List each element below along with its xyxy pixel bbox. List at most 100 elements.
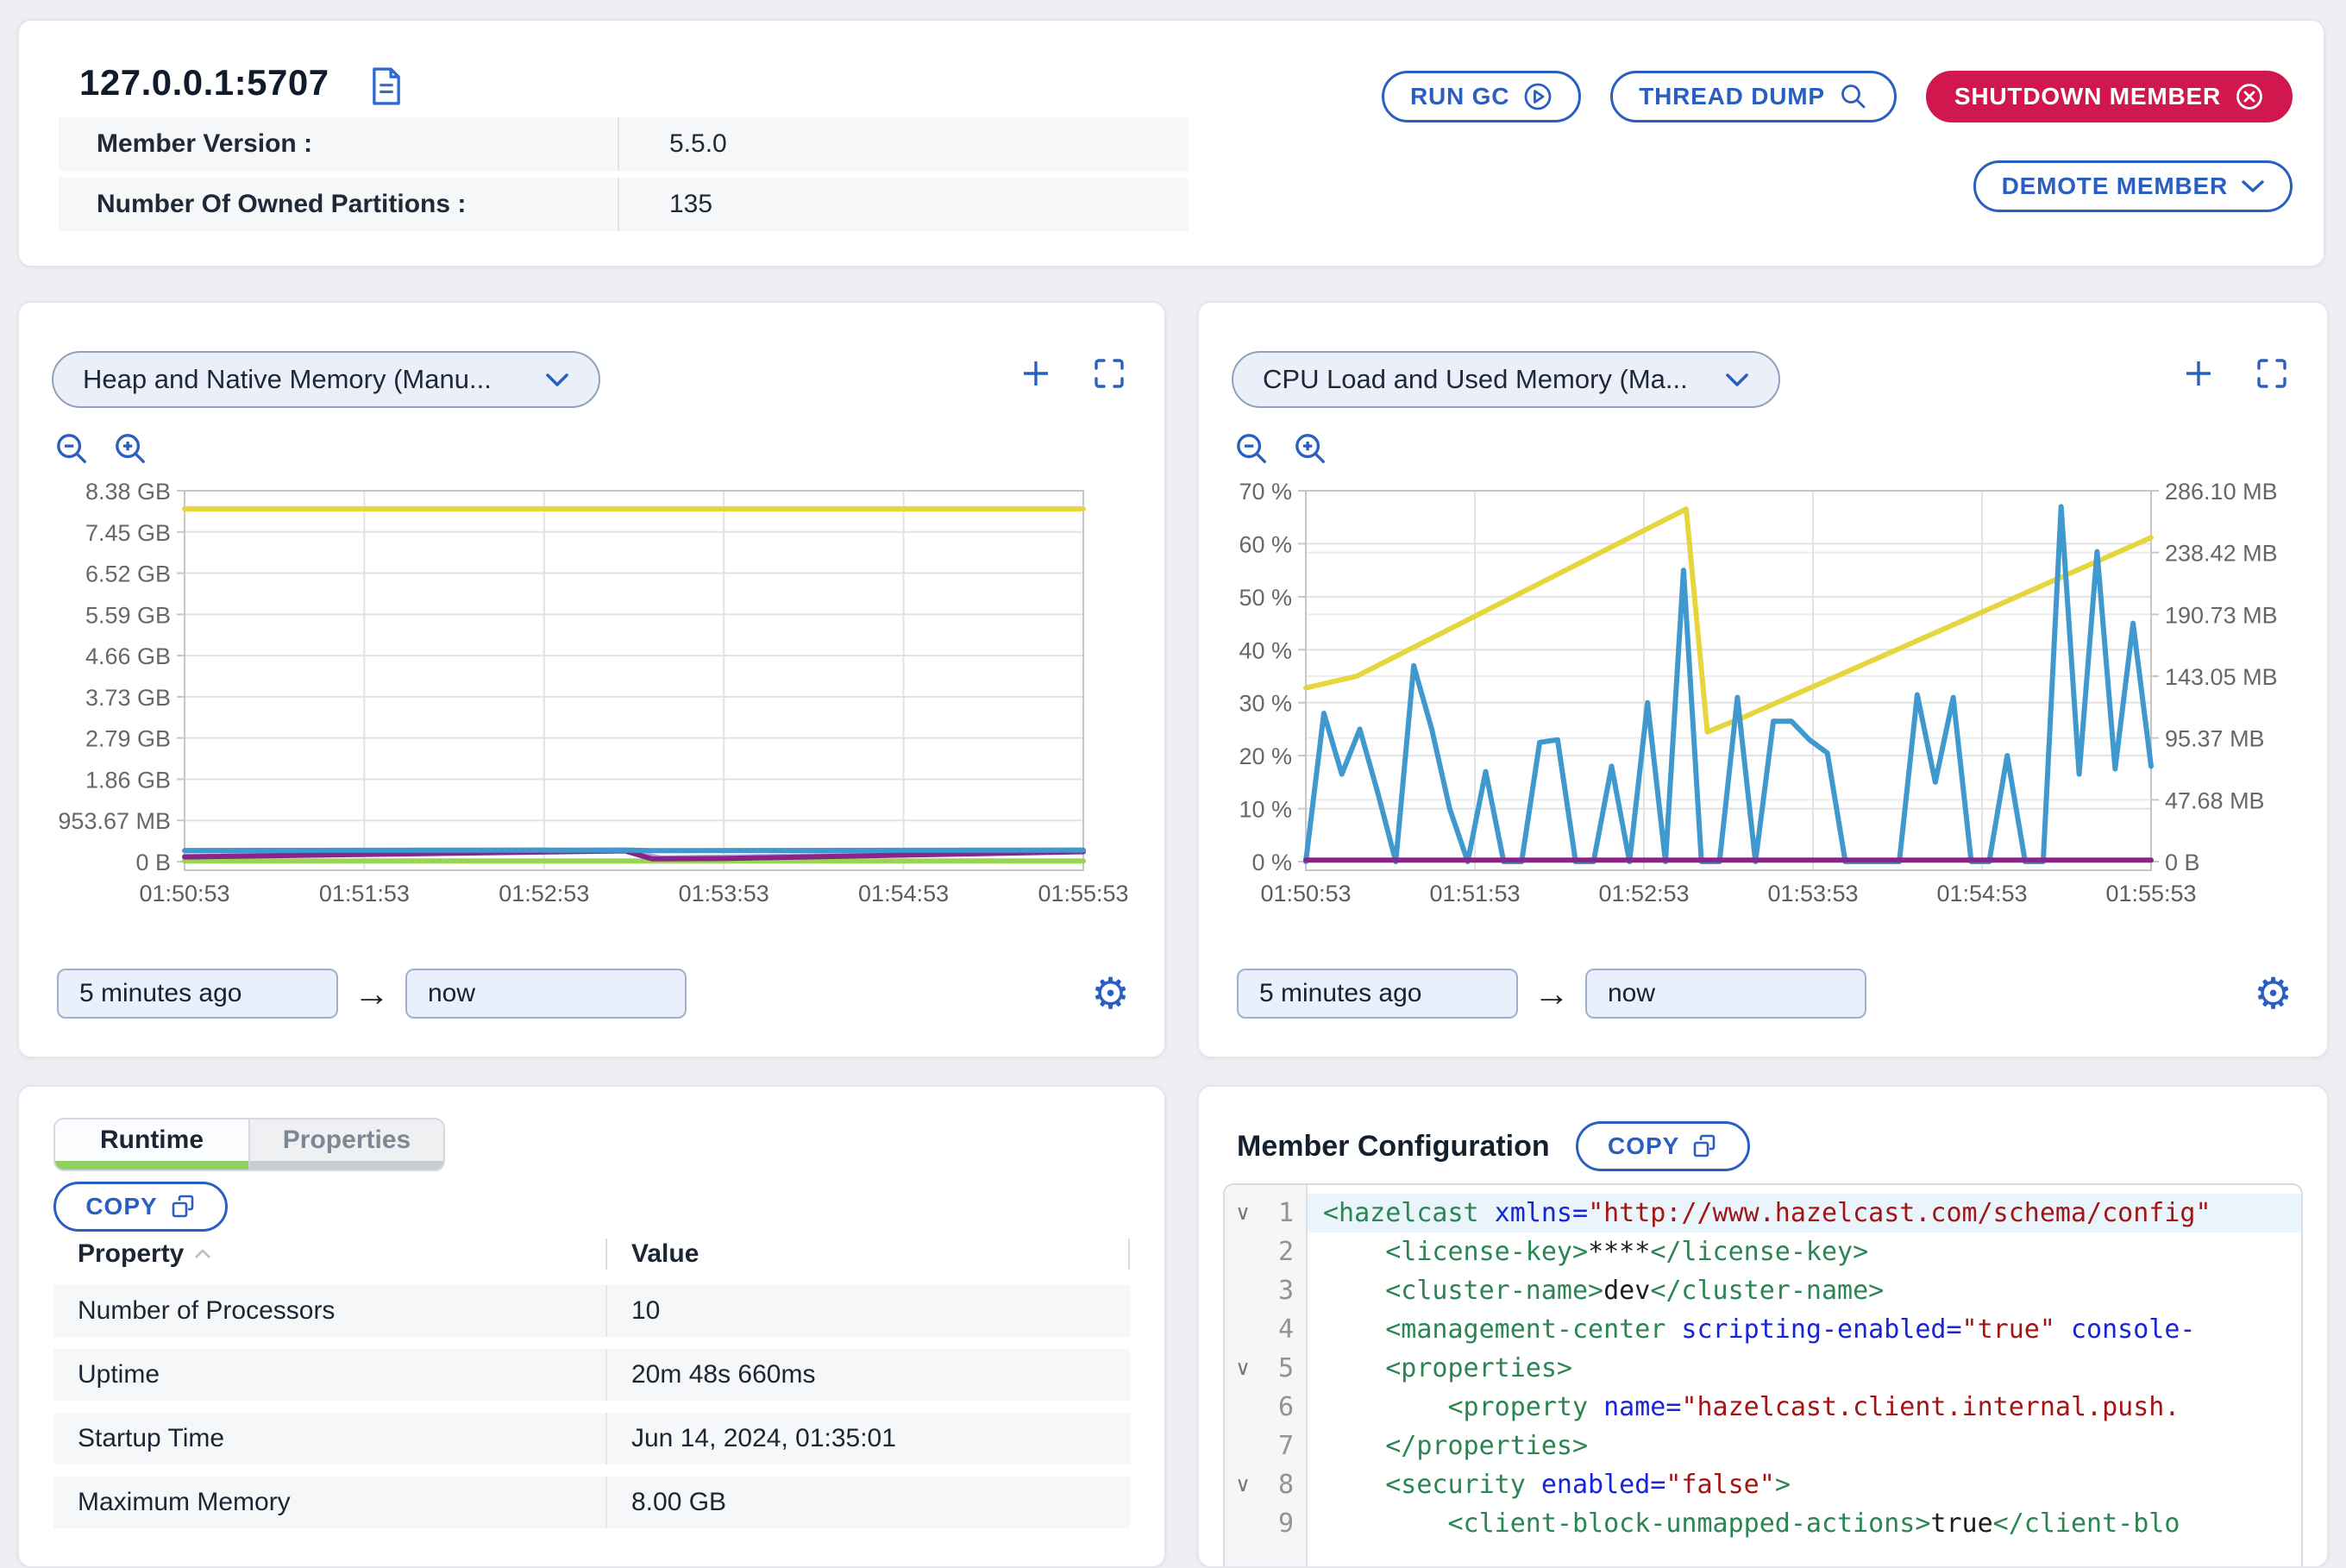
svg-text:5.59 GB: 5.59 GB [85,602,171,628]
svg-text:01:50:53: 01:50:53 [1260,881,1351,906]
page-title: 127.0.0.1:5707 [79,62,329,103]
demote-member-label: DEMOTE MEMBER [2002,172,2228,200]
section-title: Member Configuration [1237,1130,1550,1163]
arrow-right-icon: → [354,973,390,1014]
demote-member-button[interactable]: DEMOTE MEMBER [1973,160,2293,212]
cell-property: Maximum Memory [53,1488,605,1517]
svg-text:10 %: 10 % [1239,797,1292,823]
tab-runtime[interactable]: Runtime [55,1120,248,1170]
svg-text:01:52:53: 01:52:53 [1598,881,1689,906]
zoom-out-icon[interactable] [53,430,91,468]
time-to-input[interactable]: now [405,969,687,1019]
svg-text:60 %: 60 % [1239,531,1292,557]
svg-text:01:55:53: 01:55:53 [2105,881,2196,906]
table-row: Uptime20m 48s 660ms [53,1349,1130,1401]
cell-property: Uptime [53,1360,605,1389]
gear-icon[interactable]: ⚙ [1091,972,1130,1015]
fold-chevron-icon[interactable]: ∨ [1232,1349,1254,1388]
svg-text:6.52 GB: 6.52 GB [85,561,171,587]
cpu-memory-chart-card: CPU Load and Used Memory (Ma... 70 %60 %… [1197,301,2329,1058]
svg-text:50 %: 50 % [1239,585,1292,611]
svg-text:01:54:53: 01:54:53 [1936,881,2027,906]
code-line: 6 <property name="hazelcast.client.inter… [1225,1388,2301,1427]
runtime-panel-card: RuntimeProperties COPY Property Value Nu… [17,1085,1166,1568]
member-actions-secondary: DEMOTE MEMBER [1973,160,2293,212]
svg-text:01:52:53: 01:52:53 [499,881,589,906]
svg-text:01:51:53: 01:51:53 [319,881,410,906]
cell-property: Number of Processors [53,1296,605,1326]
chevron-down-icon [2242,179,2264,193]
heap-memory-chart[interactable]: 8.38 GB7.45 GB6.52 GB5.59 GB4.66 GB3.73 … [40,479,1140,908]
svg-text:1.86 GB: 1.86 GB [85,767,171,793]
line-number: 9 [1278,1508,1294,1539]
column-header-value: Value [607,1239,1128,1269]
run-gc-label: RUN GC [1410,83,1509,110]
add-chart-icon[interactable] [2182,357,2215,390]
cpu-chart-metric-label: CPU Load and Used Memory (Ma... [1263,364,1688,395]
fullscreen-icon[interactable] [2255,356,2289,391]
svg-text:30 %: 30 % [1239,691,1292,717]
cpu-chart-metric-select[interactable]: CPU Load and Used Memory (Ma... [1232,351,1780,408]
code-line: ∨1<hazelcast xmlns="http://www.hazelcast… [1225,1194,2301,1232]
sort-ascending-icon[interactable] [194,1249,211,1259]
member-info-table: Member Version :5.5.0 Number Of Owned Par… [59,117,1189,238]
table-row: Startup TimeJun 14, 2024, 01:35:01 [53,1413,1130,1465]
copy-label: COPY [85,1193,157,1220]
copy-runtime-button[interactable]: COPY [53,1182,228,1232]
svg-text:95.37 MB: 95.37 MB [2165,726,2265,752]
zoom-in-icon[interactable] [1292,430,1330,468]
svg-text:286.10 MB: 286.10 MB [2165,479,2278,505]
gear-icon[interactable]: ⚙ [2254,972,2293,1015]
runtime-property-table: Property Value Number of Processors10 Upt… [53,1235,1130,1528]
fold-chevron-icon[interactable]: ∨ [1232,1465,1254,1504]
runtime-tabs: RuntimeProperties [53,1118,445,1171]
time-from-input[interactable]: 5 minutes ago [1237,969,1518,1019]
heap-chart-timebar: 5 minutes ago → now ⚙ [57,969,1130,1019]
zoom-in-icon[interactable] [112,430,150,468]
code-line: 3 <cluster-name>dev</cluster-name> [1225,1271,2301,1310]
shutdown-member-button[interactable]: SHUTDOWN MEMBER [1926,71,2293,122]
fold-chevron-icon[interactable]: ∨ [1232,1194,1254,1232]
heap-chart-metric-select[interactable]: Heap and Native Memory (Manu... [52,351,600,408]
info-label: Member Version : [59,129,618,159]
info-row: Number Of Owned Partitions :135 [59,178,1189,231]
cpu-memory-chart[interactable]: 70 %60 %50 %40 %30 %20 %10 %0 %286.10 MB… [1220,479,2303,908]
fullscreen-icon[interactable] [1092,356,1126,391]
cell-value: Jun 14, 2024, 01:35:01 [607,1424,896,1453]
chevron-down-icon [545,373,569,387]
tab-properties[interactable]: Properties [248,1120,443,1170]
svg-text:238.42 MB: 238.42 MB [2165,541,2278,567]
run-gc-button[interactable]: RUN GC [1382,71,1581,122]
svg-text:190.73 MB: 190.73 MB [2165,602,2278,628]
svg-text:01:53:53: 01:53:53 [1767,881,1858,906]
config-code-editor[interactable]: ∨1<hazelcast xmlns="http://www.hazelcast… [1223,1183,2303,1566]
line-number: 6 [1278,1392,1294,1422]
document-icon[interactable] [371,67,402,105]
shutdown-member-label: SHUTDOWN MEMBER [1954,83,2221,110]
copy-config-button[interactable]: COPY [1576,1121,1750,1171]
time-to-input[interactable]: now [1585,969,1866,1019]
svg-text:4.66 GB: 4.66 GB [85,643,171,669]
svg-text:3.73 GB: 3.73 GB [85,685,171,711]
cell-value: 8.00 GB [607,1488,726,1517]
copy-icon [170,1194,196,1220]
chevron-down-icon [1725,373,1749,387]
svg-text:40 %: 40 % [1239,637,1292,663]
svg-text:0 B: 0 B [135,850,171,875]
play-circle-icon [1523,82,1552,111]
line-number: 2 [1278,1237,1294,1267]
thread-dump-button[interactable]: THREAD DUMP [1610,71,1897,122]
svg-text:0 %: 0 % [1251,850,1292,875]
svg-text:01:51:53: 01:51:53 [1429,881,1520,906]
table-row: Number of Processors10 [53,1285,1130,1337]
copy-label: COPY [1608,1132,1679,1160]
svg-text:143.05 MB: 143.05 MB [2165,664,2278,690]
thread-dump-label: THREAD DUMP [1639,83,1825,110]
code-line: 4 <management-center scripting-enabled="… [1225,1310,2301,1349]
add-chart-icon[interactable] [1019,357,1052,390]
column-header-property[interactable]: Property [78,1239,184,1269]
cell-property: Startup Time [53,1424,605,1453]
zoom-out-icon[interactable] [1233,430,1271,468]
time-from-input[interactable]: 5 minutes ago [57,969,338,1019]
info-value: 5.5.0 [619,129,727,159]
